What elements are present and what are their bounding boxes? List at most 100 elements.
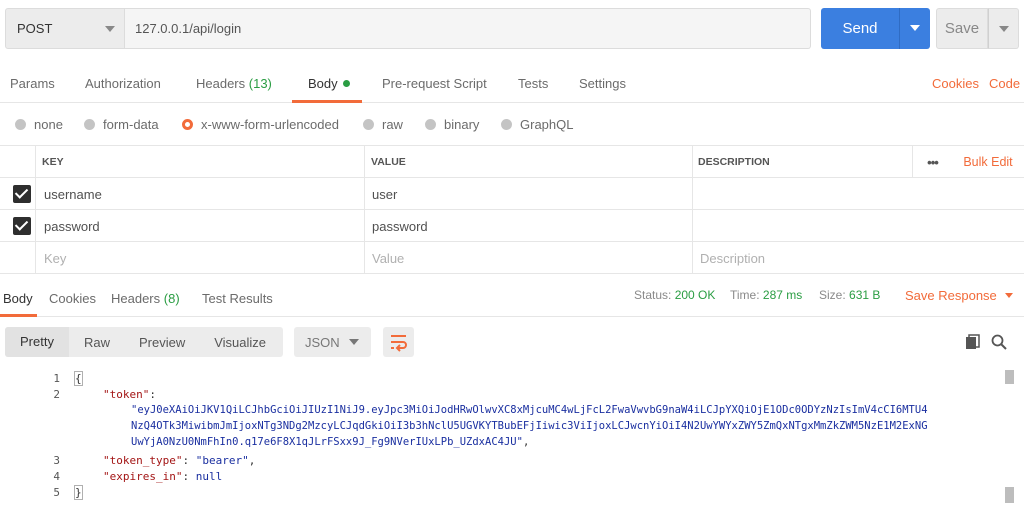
tab-params[interactable]: Params [10,76,55,91]
json-string: "bearer" [195,454,249,467]
radio-raw[interactable]: raw [363,117,403,132]
format-select[interactable]: JSON [294,327,371,357]
scrollbar-thumb[interactable] [1005,487,1014,503]
view-raw-button[interactable]: Raw [69,335,110,350]
checkbox-checked-icon[interactable] [13,185,31,203]
tab-settings[interactable]: Settings [579,76,626,91]
response-tab-cookies[interactable]: Cookies [49,291,96,306]
json-key: "token" [103,388,150,401]
line-number: 4 [53,470,60,483]
code-line: } [74,485,83,500]
copy-icon[interactable] [965,334,981,350]
wrap-lines-button[interactable] [383,327,414,357]
new-key-input[interactable]: Key [35,242,364,274]
chevron-down-icon [105,26,115,32]
radio-none[interactable]: none [15,117,63,132]
size-info: Size: 631 B [819,288,880,302]
radio-icon [84,119,95,130]
save-options-button[interactable] [988,8,1019,49]
request-bar: POST 127.0.0.1/api/login Send Save [5,8,1019,49]
bulk-edit-link[interactable]: Bulk Edit [952,146,1024,178]
method-label: POST [17,21,53,36]
json-key: "expires_in" [103,470,183,483]
row-key-cell[interactable]: password [35,210,364,242]
row-key-cell[interactable]: username [35,178,364,210]
tab-body[interactable]: Body [308,76,350,91]
radio-icon [15,119,26,130]
view-pretty-button[interactable]: Pretty [5,327,69,357]
send-options-button[interactable] [899,8,930,49]
table-header-row: KEY VALUE DESCRIPTION ••• Bulk Edit [0,146,1024,178]
tab-headers-label: Headers [196,76,246,91]
close-brace: } [74,485,83,500]
code-line: "eyJ0eXAiOiJKV1QiLCJhbGciOiJIUzI1NiJ9.ey… [131,404,928,416]
view-preview-button[interactable]: Preview [110,335,185,350]
search-icon[interactable] [991,334,1007,350]
row-value-cell[interactable]: password [364,210,692,242]
tab-headers[interactable]: Headers (13) [196,76,272,91]
new-value-input[interactable]: Value [364,242,692,274]
radio-none-label: none [34,117,63,132]
status-info: Status: 200 OK [634,288,715,302]
radio-binary-label: binary [444,117,480,132]
url-input[interactable]: 127.0.0.1/api/login [125,8,811,49]
cookies-link[interactable]: Cookies [932,76,979,91]
response-tab-headers-count: (8) [163,291,180,306]
json-key: "token_type" [103,454,183,467]
code-line: UwYjA0NzU0NmFhIn0.q17e6F8X1qJLrFSxx9J_Fg… [131,436,530,448]
row-value-cell[interactable]: user [364,178,692,210]
response-body-editor[interactable]: 1 2 3 4 5 { "token": "eyJ0eXAiOiJKV1QiLC… [0,367,1024,519]
row-description-cell[interactable] [692,178,1024,210]
save-response-label: Save Response [905,288,997,303]
column-key-header: KEY [35,146,364,178]
status-value: 200 OK [674,288,716,302]
tab-pre-request-script[interactable]: Pre-request Script [382,76,487,91]
radio-selected-icon [182,119,193,130]
new-description-input[interactable]: Description [692,242,1024,274]
radio-binary[interactable]: binary [425,117,479,132]
code-line: NzQ4OTk3MiwibmJmIjoxNTg3NDg2MzcyLCJqdGki… [131,420,928,432]
checkbox-checked-icon[interactable] [13,217,31,235]
view-visualize-button[interactable]: Visualize [185,335,266,350]
open-brace: { [74,371,83,386]
time-label: Time: [730,288,760,302]
line-number: 5 [53,486,60,499]
radio-urlencoded[interactable]: x-www-form-urlencoded [182,117,339,132]
send-button[interactable]: Send [821,8,899,49]
format-label: JSON [305,334,340,350]
more-options-icon[interactable]: ••• [912,146,952,178]
code-line: "token_type": "bearer", [103,454,256,467]
wrap-lines-icon [391,335,407,352]
row-description-cell[interactable] [692,210,1024,242]
radio-icon [363,119,374,130]
json-null: null [195,470,223,483]
tab-authorization[interactable]: Authorization [85,76,161,91]
json-string: NzQ4OTk3MiwibmJmIjoxNTg3NDg2MzcyLCJqdGki… [131,420,928,432]
response-tab-headers[interactable]: Headers (8) [111,291,180,306]
code-link[interactable]: Code [989,76,1020,91]
response-tab-body[interactable]: Body [3,291,33,306]
method-select[interactable]: POST [5,8,125,49]
radio-graphql[interactable]: GraphQL [501,117,573,132]
code-line: "token": [103,388,156,401]
modified-dot-icon [342,80,350,87]
scrollbar-thumb[interactable] [1005,370,1014,384]
radio-graphql-label: GraphQL [520,117,574,132]
code-line: "expires_in": null [103,470,223,483]
radio-form-data[interactable]: form-data [84,117,159,132]
save-button[interactable]: Save [936,8,988,49]
radio-urlencoded-label: x-www-form-urlencoded [201,117,339,132]
json-string: UwYjA0NzU0NmFhIn0.q17e6F8X1qJLrFSxx9J_Fg… [131,436,523,448]
save-response-button[interactable]: Save Response [905,288,1013,303]
radio-icon [425,119,436,130]
status-label: Status: [634,288,672,302]
tab-tests[interactable]: Tests [518,76,548,91]
tab-body-label: Body [308,76,338,91]
line-number: 1 [53,372,60,385]
radio-raw-label: raw [382,117,403,132]
table-row-new: Key Value Description [0,242,1024,274]
body-type-selector: none form-data x-www-form-urlencoded raw… [0,103,1024,146]
response-tab-test-results[interactable]: Test Results [202,291,273,306]
json-string: "eyJ0eXAiOiJKV1QiLCJhbGciOiJIUzI1NiJ9.ey… [131,404,928,416]
table-row: password password [0,210,1024,242]
